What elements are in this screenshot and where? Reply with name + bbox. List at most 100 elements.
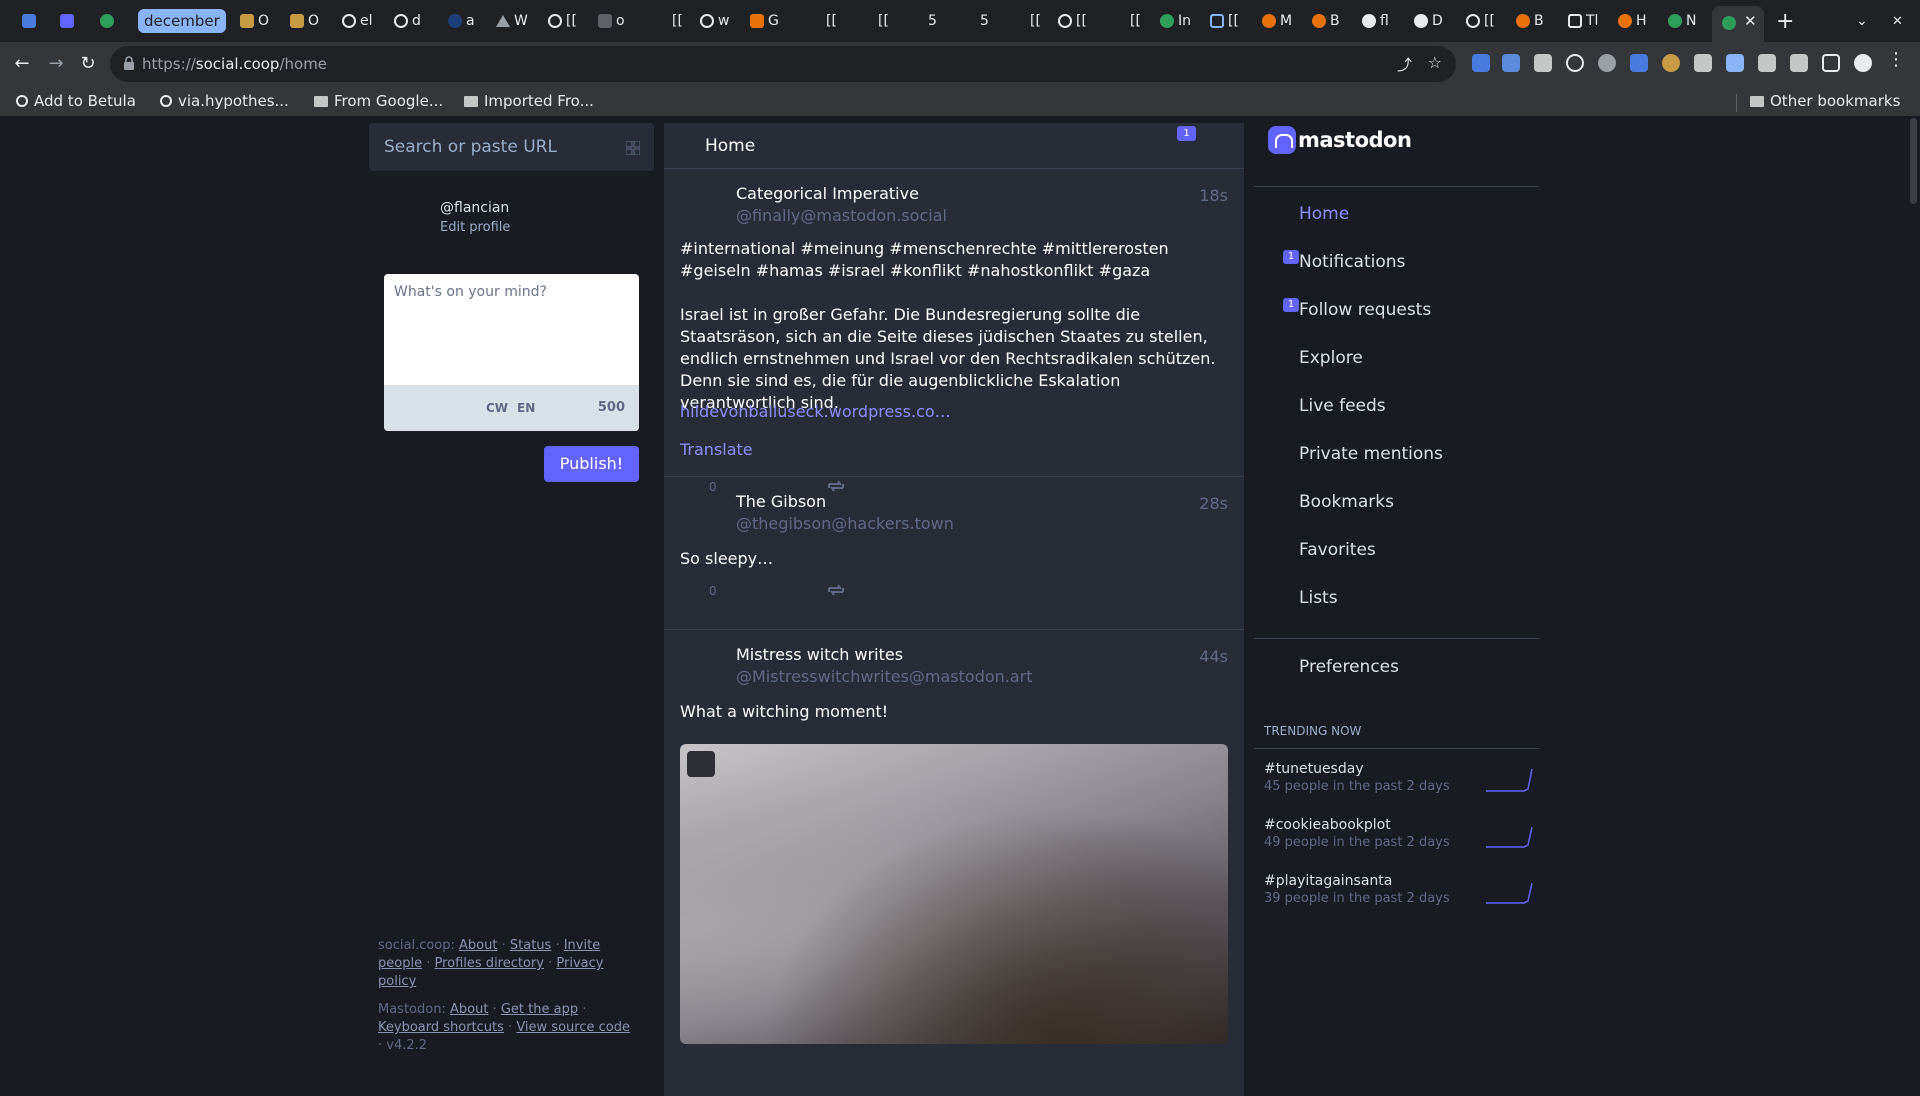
footer-link[interactable]: Status — [510, 938, 551, 953]
nav-lists[interactable]: Lists — [1299, 588, 1338, 608]
footer-link[interactable]: Get the app — [501, 1002, 578, 1017]
tab[interactable]: In — [1160, 8, 1191, 34]
trending-tag[interactable]: #tunetuesday 45 people in the past 2 day… — [1264, 761, 1534, 794]
tab[interactable]: [[ — [878, 8, 889, 34]
page-scrollbar[interactable] — [1907, 116, 1920, 1096]
trending-tag[interactable]: #cookieabookplot 49 people in the past 2… — [1264, 817, 1534, 850]
nav-follow-requests[interactable]: Follow requests — [1299, 300, 1431, 320]
media-attachment[interactable] — [680, 744, 1228, 1044]
scrollbar-thumb[interactable] — [1910, 118, 1917, 204]
tab[interactable] — [60, 8, 74, 34]
bookmark-folder[interactable]: Imported Fro... — [464, 92, 594, 110]
forward-arrow-icon[interactable]: → — [42, 50, 70, 78]
tab[interactable] — [22, 8, 36, 34]
display-name[interactable]: Mistress witch writes — [736, 645, 903, 664]
tab[interactable]: [[ — [1030, 8, 1041, 34]
tab[interactable] — [100, 8, 114, 34]
mastodon-logo[interactable]: mastodon — [1268, 126, 1412, 154]
extension-icon[interactable] — [1662, 54, 1680, 72]
tab[interactable]: [[ — [1130, 8, 1141, 34]
nav-live-feeds[interactable]: Live feeds — [1299, 396, 1386, 416]
tab[interactable]: a — [448, 8, 475, 34]
nav-home[interactable]: Home — [1299, 204, 1349, 224]
status-link[interactable]: hildevonballuseck.wordpress.co… — [680, 402, 951, 421]
search-input[interactable]: Search or paste URL — [369, 123, 654, 171]
tab[interactable]: 5 — [928, 8, 937, 34]
footer-link[interactable]: Profiles directory — [434, 956, 543, 971]
side-panel-icon[interactable] — [1822, 54, 1840, 72]
footer-link[interactable]: About — [450, 1002, 488, 1017]
compose-textarea[interactable]: What's on your mind? — [394, 284, 547, 300]
status[interactable]: Categorical Imperative @finally@mastodon… — [664, 170, 1244, 494]
back-arrow-icon[interactable]: ← — [8, 50, 36, 78]
tab-group-december[interactable]: december — [138, 9, 226, 33]
tab-search-chevron-icon[interactable]: ⌄ — [1856, 8, 1868, 34]
tab[interactable]: B — [1516, 8, 1544, 34]
close-tab-icon[interactable]: ✕ — [1744, 12, 1757, 30]
tab[interactable]: B — [1312, 8, 1340, 34]
extension-icon[interactable] — [1630, 54, 1648, 72]
boost-icon[interactable] — [827, 583, 845, 597]
extension-icon[interactable] — [1502, 54, 1520, 72]
nav-bookmarks[interactable]: Bookmarks — [1299, 492, 1394, 512]
tab[interactable]: fl — [1362, 8, 1389, 34]
reload-icon[interactable]: ↻ — [74, 50, 102, 78]
extension-icon[interactable] — [1566, 54, 1584, 72]
bookmark-item[interactable]: via.hypothes... — [160, 92, 289, 110]
nav-notifications[interactable]: Notifications — [1299, 252, 1405, 272]
hide-media-button[interactable] — [687, 751, 715, 777]
tab[interactable]: M — [1262, 8, 1292, 34]
download-icon[interactable] — [1790, 54, 1808, 72]
language-button[interactable]: EN — [517, 401, 535, 415]
nav-private-mentions[interactable]: Private mentions — [1299, 444, 1443, 464]
tab[interactable]: [[ — [548, 8, 577, 34]
other-bookmarks-folder[interactable]: Other bookmarks — [1750, 92, 1900, 110]
edit-profile-link[interactable]: Edit profile — [440, 220, 510, 235]
translate-button[interactable]: Translate — [680, 440, 753, 459]
tab[interactable]: o — [598, 8, 625, 34]
status-timestamp[interactable]: 28s — [1199, 494, 1228, 513]
bookmark-star-icon[interactable]: ☆ — [1428, 53, 1442, 72]
status-timestamp[interactable]: 44s — [1199, 647, 1228, 666]
tab[interactable]: G — [750, 8, 779, 34]
tab[interactable]: [[ — [826, 8, 837, 34]
flask-icon[interactable] — [1726, 54, 1744, 72]
kebab-menu-icon[interactable]: ⋮ — [1882, 46, 1910, 74]
tab[interactable]: O — [240, 8, 269, 34]
address-bar[interactable]: https://social.coop/home ⤴ ☆ — [110, 46, 1456, 82]
profile-avatar-icon[interactable] — [1854, 54, 1872, 72]
display-name[interactable]: The Gibson — [736, 492, 826, 511]
tab[interactable]: D — [1414, 8, 1443, 34]
tab[interactable]: [[ — [1058, 8, 1087, 34]
bookmark-item[interactable]: Add to Betula — [16, 92, 136, 110]
status[interactable]: The Gibson @thegibson@hackers.town 28s S… — [664, 478, 1244, 630]
column-header[interactable]: Home 1 — [664, 123, 1244, 169]
tab[interactable]: W — [496, 8, 528, 34]
extension-icon[interactable] — [1472, 54, 1490, 72]
active-tab[interactable]: ✕ — [1712, 6, 1764, 42]
footer-link[interactable]: View source code — [516, 1020, 630, 1035]
footer-link[interactable]: Keyboard shortcuts — [378, 1020, 504, 1035]
display-name[interactable]: Categorical Imperative — [736, 184, 919, 203]
tab[interactable]: 5 — [980, 8, 989, 34]
nav-preferences[interactable]: Preferences — [1299, 657, 1399, 677]
status-hashtags[interactable]: #international #meinung #menschenrechte … — [680, 238, 1225, 282]
tab[interactable]: [[ — [1466, 8, 1495, 34]
profile-acct[interactable]: @flancian — [440, 200, 510, 216]
tab[interactable]: H — [1618, 8, 1647, 34]
content-warning-button[interactable]: CW — [486, 401, 508, 415]
new-tab-button[interactable]: + — [1776, 8, 1794, 34]
share-icon[interactable]: ⤴ — [1397, 54, 1412, 75]
minimize-icon[interactable]: ✕ — [1892, 8, 1903, 34]
tab[interactable]: O — [290, 8, 319, 34]
reading-list-icon[interactable] — [1758, 54, 1776, 72]
footer-link[interactable]: About — [459, 938, 497, 953]
extension-icon[interactable] — [1598, 54, 1616, 72]
tab[interactable]: N — [1668, 8, 1696, 34]
nav-explore[interactable]: Explore — [1299, 348, 1363, 368]
tab[interactable]: d — [394, 8, 421, 34]
tab[interactable]: w — [700, 8, 729, 34]
publish-button[interactable]: Publish! — [544, 446, 639, 482]
bookmark-folder[interactable]: From Google... — [314, 92, 443, 110]
trending-tag[interactable]: #playitagainsanta 39 people in the past … — [1264, 873, 1534, 906]
